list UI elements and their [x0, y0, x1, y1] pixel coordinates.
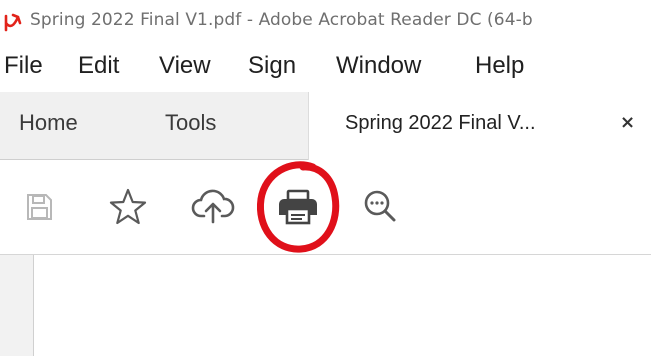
- document-area[interactable]: [0, 255, 651, 356]
- menu-help[interactable]: Help: [475, 52, 524, 80]
- tab-home[interactable]: Home: [19, 110, 78, 136]
- bookmark-button[interactable]: [103, 160, 153, 254]
- menu-edit[interactable]: Edit: [78, 52, 119, 80]
- title-bar: Spring 2022 Final V1.pdf - Adobe Acrobat…: [0, 0, 651, 44]
- navigation-pane-strip[interactable]: [0, 255, 34, 356]
- upload-cloud-icon: [191, 189, 235, 224]
- menu-view[interactable]: View: [159, 52, 211, 80]
- save-icon: [27, 194, 52, 220]
- zoom-search-icon: [364, 190, 396, 222]
- menu-file[interactable]: File: [4, 52, 43, 80]
- menu-window[interactable]: Window: [336, 52, 421, 80]
- menu-bar: File Edit View Sign Window Help: [0, 44, 651, 92]
- tab-tools[interactable]: Tools: [165, 110, 216, 136]
- acrobat-logo-icon: [4, 13, 22, 32]
- menu-sign[interactable]: Sign: [248, 52, 296, 80]
- red-circle-annotation: [256, 161, 340, 253]
- tab-bar: Home Tools Spring 2022 Final V... ×: [0, 92, 651, 160]
- save-button[interactable]: [14, 160, 64, 254]
- upload-button[interactable]: [188, 160, 238, 254]
- tab-document[interactable]: Spring 2022 Final V... ×: [308, 92, 651, 160]
- search-button[interactable]: [355, 160, 405, 254]
- tab-close-icon[interactable]: ×: [620, 112, 635, 133]
- tab-document-label: Spring 2022 Final V...: [345, 112, 536, 134]
- window-title: Spring 2022 Final V1.pdf - Adobe Acrobat…: [30, 10, 533, 30]
- bookmark-star-icon: [109, 188, 147, 225]
